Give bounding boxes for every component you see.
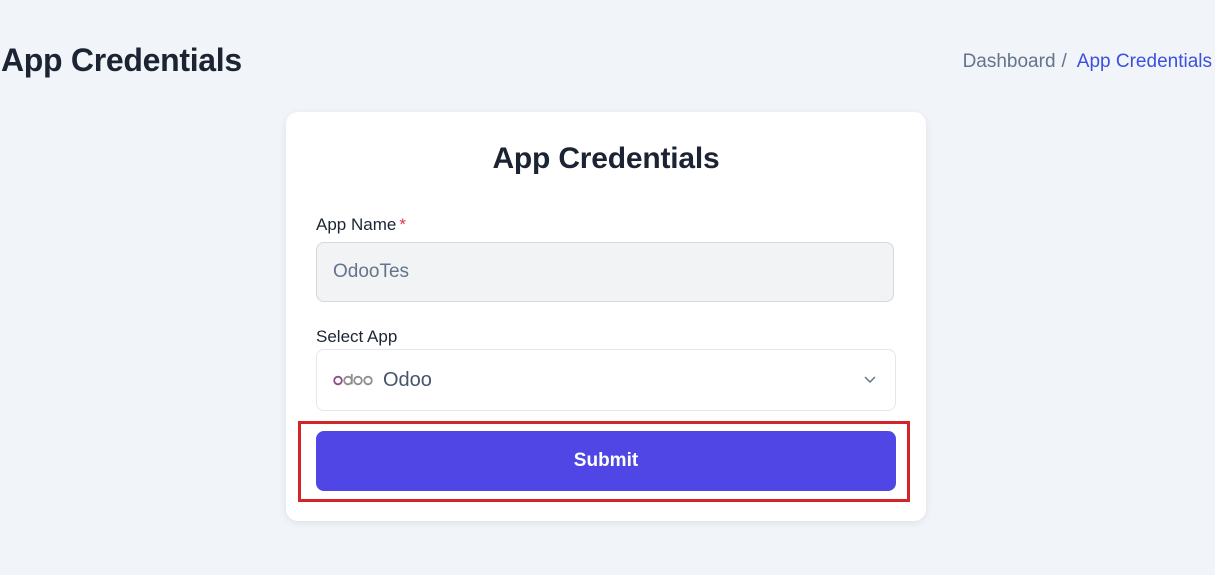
app-name-label-text: App Name xyxy=(316,215,397,234)
odoo-logo-icon xyxy=(333,373,373,387)
card-title: App Credentials xyxy=(492,142,720,175)
credentials-card: App Credentials App Name* Select App Odo… xyxy=(286,112,926,521)
page-title: App Credentials xyxy=(1,42,242,78)
breadcrumb-dashboard-link[interactable]: Dashboard xyxy=(963,51,1056,73)
select-app-label: Select App xyxy=(316,327,398,346)
app-name-input[interactable] xyxy=(316,242,894,302)
required-mark: * xyxy=(399,215,406,234)
chevron-down-icon xyxy=(863,372,877,391)
app-name-label: App Name * xyxy=(316,215,406,235)
breadcrumb: Dashboard / App Credentials xyxy=(963,51,1212,73)
breadcrumb-current: App Credentials xyxy=(1076,51,1212,72)
submit-button[interactable]: Submit xyxy=(316,431,896,491)
select-app-value: Odoo xyxy=(383,368,432,391)
select-app-dropdown[interactable]: Odoo xyxy=(316,349,896,411)
breadcrumb-separator: / xyxy=(1061,51,1067,72)
